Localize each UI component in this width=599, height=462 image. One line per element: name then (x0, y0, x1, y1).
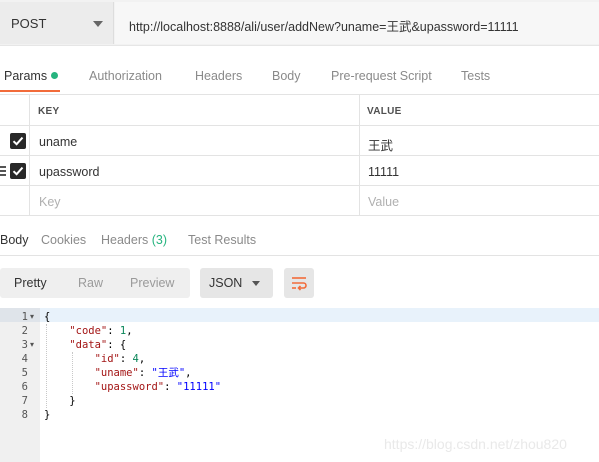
tab-response-body[interactable]: Body (0, 233, 29, 247)
params-table: KEY VALUE uname 王武 upassword 11111 Key V… (0, 94, 599, 217)
drag-handle-icon[interactable] (0, 166, 6, 176)
wrap-lines-button[interactable] (284, 268, 314, 298)
param-value-field[interactable]: 11111 (368, 165, 399, 179)
request-tabs: Params Authorization Headers Body Pre-re… (0, 62, 599, 92)
line-number: 1 (21, 311, 28, 323)
params-active-dot-icon (51, 72, 59, 79)
new-key-input[interactable]: Key (39, 195, 61, 209)
url-input[interactable]: http://localhost:8888/ali/user/addNew?un… (115, 2, 599, 44)
table-row: upassword 11111 (0, 156, 599, 186)
wrap-lines-icon (292, 277, 307, 291)
response-tabs: Body Cookies Headers (3) Test Results (0, 226, 599, 256)
tab-headers[interactable]: Headers (195, 69, 242, 83)
column-divider (359, 126, 360, 155)
column-divider (359, 95, 360, 125)
tab-params-label: Params (4, 69, 48, 83)
tab-response-headers-label: Headers (101, 233, 149, 247)
code-line: "data": { (69, 339, 127, 351)
checkmark-icon (12, 136, 24, 146)
params-table-header: KEY VALUE (0, 94, 599, 126)
tab-params[interactable]: Params (4, 69, 59, 83)
code-line: "upassword": "11111" (94, 381, 222, 393)
checkmark-icon (12, 166, 24, 176)
format-select[interactable]: JSON (200, 268, 273, 298)
chevron-down-icon (93, 21, 103, 27)
column-divider (29, 186, 30, 215)
code-line: "code": 1, (69, 325, 133, 337)
column-divider (29, 95, 30, 125)
tab-body[interactable]: Body (272, 69, 301, 83)
line-number: 2 (21, 325, 28, 337)
active-line-highlight (40, 308, 599, 322)
tab-test-results[interactable]: Test Results (188, 233, 256, 247)
code-line: "id": 4, (94, 353, 146, 365)
new-value-input[interactable]: Value (368, 195, 399, 209)
request-bar: POST http://localhost:8888/ali/user/addN… (0, 0, 599, 46)
column-divider (29, 126, 30, 155)
url-text: http://localhost:8888/ali/user/addNew?un… (129, 20, 519, 34)
tab-tests[interactable]: Tests (461, 69, 490, 83)
method-select[interactable]: POST (0, 2, 114, 44)
preview-button[interactable]: Preview (130, 276, 174, 290)
chevron-down-icon (252, 281, 260, 286)
code-line: { (44, 311, 51, 323)
tab-authorization[interactable]: Authorization (89, 69, 162, 83)
active-tab-indicator (0, 90, 60, 92)
column-divider (359, 186, 360, 215)
table-row: uname 王武 (0, 126, 599, 156)
table-row-new: Key Value (0, 186, 599, 216)
line-number: 4 (21, 353, 28, 365)
watermark: https://blog.csdn.net/zhou820 (384, 436, 567, 452)
key-column-header: KEY (38, 106, 60, 117)
line-number: 6 (21, 381, 28, 393)
column-divider (29, 156, 30, 185)
param-key-field[interactable]: upassword (39, 165, 99, 179)
code-line: "uname": "王武", (94, 367, 192, 379)
view-mode-group: Pretty Raw Preview (0, 268, 190, 298)
tab-pre-request-script[interactable]: Pre-request Script (331, 69, 432, 83)
tab-response-headers[interactable]: Headers (3) (101, 233, 167, 247)
param-value-field[interactable]: 王武 (368, 135, 393, 154)
pretty-button[interactable]: Pretty (14, 276, 47, 290)
value-column-header: VALUE (367, 106, 402, 117)
row-checkbox[interactable] (10, 163, 26, 179)
raw-button[interactable]: Raw (78, 276, 103, 290)
fold-caret-icon[interactable]: ▾ (30, 310, 34, 324)
code-line: } (69, 395, 76, 407)
headers-count-badge: (3) (151, 233, 168, 247)
row-checkbox[interactable] (10, 133, 26, 149)
fold-caret-icon[interactable]: ▾ (30, 338, 34, 352)
line-number: 3 (21, 339, 28, 351)
code-line: } (44, 409, 51, 421)
line-number: 8 (21, 409, 28, 421)
line-number: 5 (21, 367, 28, 379)
tab-cookies[interactable]: Cookies (41, 233, 86, 247)
column-divider (359, 156, 360, 185)
param-key-field[interactable]: uname (39, 135, 77, 149)
line-number: 7 (21, 395, 28, 407)
method-label: POST (11, 16, 47, 31)
format-label: JSON (209, 276, 243, 290)
